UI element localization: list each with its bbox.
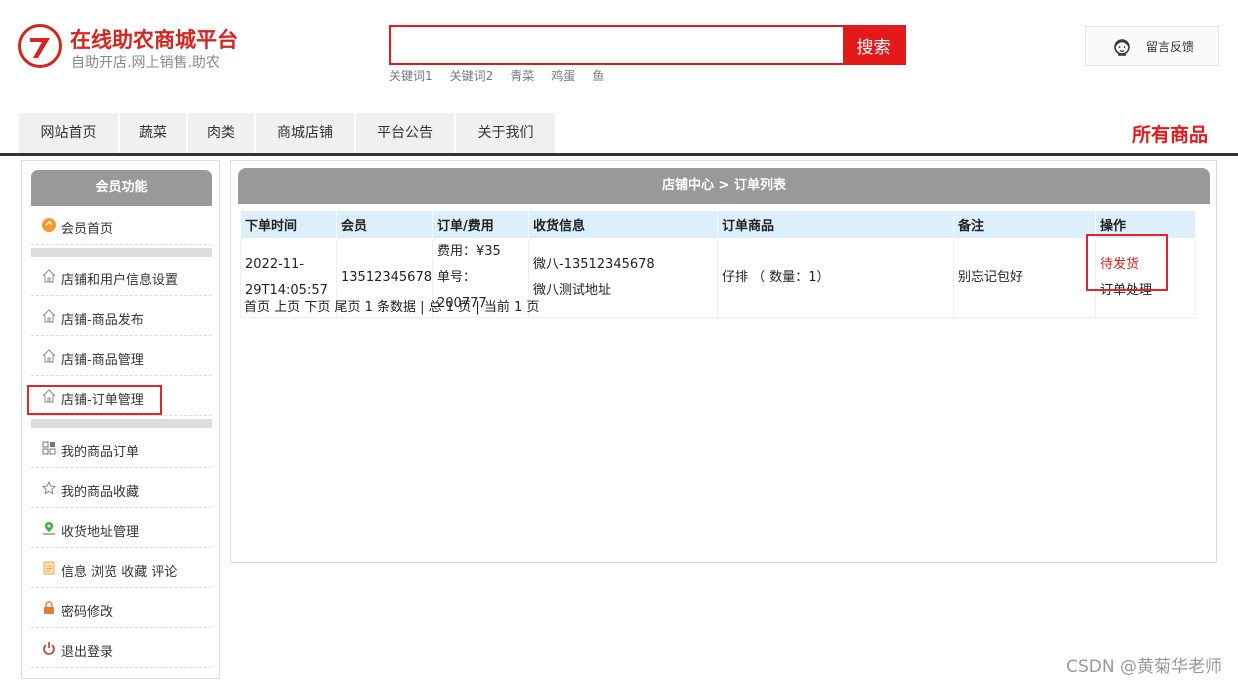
sidebar-item-label: 密码修改 <box>61 605 114 620</box>
action-cell: 待发货 订单处理 <box>1095 238 1196 318</box>
location-icon <box>43 522 55 535</box>
nav-divider <box>0 153 1238 156</box>
grid-icon <box>42 441 56 455</box>
search-bar: 搜索 <box>389 25 906 65</box>
tab-home[interactable]: 网站首页 <box>19 113 118 153</box>
sidebar-item-order-manage[interactable]: 店铺-订单管理 <box>31 378 212 416</box>
tab-vegetables[interactable]: 蔬菜 <box>120 113 186 153</box>
document-icon <box>43 561 55 575</box>
tab-meat[interactable]: 肉类 <box>188 113 254 153</box>
sidebar-title: 会员功能 <box>31 170 212 206</box>
keyword-link[interactable]: 鱼 <box>592 69 604 83</box>
prev-page-link[interactable]: 上页 <box>274 300 300 315</box>
site-title: 在线助农商城平台 <box>70 28 238 52</box>
star-icon <box>42 481 56 495</box>
tab-shops[interactable]: 商城店铺 <box>256 113 354 153</box>
site-logo[interactable]: 在线助农商城平台 自助开店.网上销售.助农 <box>18 24 258 74</box>
product-cell: 仔排 （ 数量：1） <box>717 238 954 318</box>
keyword-link[interactable]: 鸡蛋 <box>551 69 575 83</box>
sidebar-item-label: 店铺和用户信息设置 <box>61 273 179 288</box>
feedback-label: 留言反馈 <box>1146 40 1195 54</box>
pagination-summary: 1 条数据 | 总 1 页 | 当前 1 页 <box>364 300 540 315</box>
sidebar-item-label: 退出登录 <box>61 645 114 660</box>
keyword-link[interactable]: 关键词2 <box>450 69 494 83</box>
last-page-link[interactable]: 尾页 <box>334 300 360 315</box>
sidebar-item-product-manage[interactable]: 店铺-商品管理 <box>31 338 212 376</box>
sidebar-item-label: 店铺-商品发布 <box>61 313 144 328</box>
logo-icon <box>18 24 62 68</box>
tab-announcements[interactable]: 平台公告 <box>356 113 454 153</box>
shipping-cell: 微八-13512345678 微八测试地址 <box>528 238 718 318</box>
sidebar-separator <box>31 248 212 257</box>
sidebar-item-label: 店铺-商品管理 <box>61 353 144 368</box>
note-cell: 别忘记包好 <box>953 238 1096 318</box>
order-fee: 费用：¥35 <box>437 244 501 259</box>
column-header: 会员 <box>336 210 433 239</box>
column-header: 备注 <box>953 210 1096 239</box>
member-sidebar: 会员功能 会员首页 店铺和用户信息设置 店铺-商品发布 店铺-商品管理 店铺-订… <box>21 160 220 679</box>
coin-icon <box>42 218 56 232</box>
column-header: 订单商品 <box>717 210 954 239</box>
house-icon <box>42 309 56 323</box>
sidebar-item-label: 信息 浏览 收藏 评论 <box>61 565 178 580</box>
receiver-info: 微八-13512345678 <box>533 257 655 272</box>
house-icon <box>42 389 56 403</box>
first-page-link[interactable]: 首页 <box>244 300 270 315</box>
search-input[interactable] <box>391 27 843 63</box>
receiver-address: 微八测试地址 <box>533 283 612 298</box>
sidebar-item-label: 我的商品收藏 <box>61 485 140 500</box>
keyword-link[interactable]: 关键词1 <box>389 69 433 83</box>
process-order-link[interactable]: 订单处理 <box>1100 278 1191 304</box>
table-header-row: 下单时间 会员 订单/费用 收货信息 订单商品 备注 操作 <box>240 210 1196 239</box>
sidebar-item-label: 会员首页 <box>61 222 114 237</box>
hot-keywords: 关键词1 关键词2 青菜 鸡蛋 鱼 <box>389 67 621 84</box>
sidebar-separator <box>31 419 212 428</box>
tab-about[interactable]: 关于我们 <box>456 113 555 153</box>
sidebar-item-label: 收货地址管理 <box>61 525 140 540</box>
order-date: 2022-11- <box>245 257 305 272</box>
sidebar-item-product-publish[interactable]: 店铺-商品发布 <box>31 298 212 336</box>
column-header: 订单/费用 <box>432 210 529 239</box>
column-header: 下单时间 <box>240 210 337 239</box>
sidebar-item-label: 店铺-订单管理 <box>61 393 144 408</box>
feedback-button[interactable]: 留言反馈 <box>1085 26 1219 66</box>
sidebar-item-favorites[interactable]: 我的商品收藏 <box>31 470 212 508</box>
pagination: 首页 上页 下页 尾页 1 条数据 | 总 1 页 | 当前 1 页 <box>244 296 539 315</box>
status-pending-link[interactable]: 待发货 <box>1100 252 1191 278</box>
sidebar-item-member-home[interactable]: 会员首页 <box>31 207 212 245</box>
all-products-link[interactable]: 所有商品 <box>1132 120 1208 147</box>
breadcrumb: 店铺中心 > 订单列表 <box>238 168 1210 204</box>
column-header: 收货信息 <box>528 210 718 239</box>
column-header: 操作 <box>1095 210 1196 239</box>
sidebar-item-my-orders[interactable]: 我的商品订单 <box>31 430 212 468</box>
house-icon <box>42 269 56 283</box>
watermark: CSDN @黄菊华老师 <box>1066 657 1222 677</box>
site-subtitle: 自助开店.网上销售.助农 <box>71 55 220 71</box>
power-icon <box>43 642 55 655</box>
next-page-link[interactable]: 下页 <box>304 300 330 315</box>
keyword-link[interactable]: 青菜 <box>510 69 534 83</box>
sidebar-item-logout[interactable]: 退出登录 <box>31 630 212 668</box>
sidebar-item-password[interactable]: 密码修改 <box>31 590 212 628</box>
house-icon <box>42 349 56 363</box>
order-list-panel: 店铺中心 > 订单列表 下单时间 会员 订单/费用 收货信息 订单商品 备注 操… <box>230 160 1217 563</box>
sidebar-item-address[interactable]: 收货地址管理 <box>31 510 212 548</box>
support-agent-icon <box>1114 39 1130 56</box>
search-button[interactable]: 搜索 <box>843 27 904 63</box>
sidebar-item-info[interactable]: 信息 浏览 收藏 评论 <box>31 550 212 588</box>
sidebar-item-shop-settings[interactable]: 店铺和用户信息设置 <box>31 258 212 296</box>
sidebar-item-label: 我的商品订单 <box>61 445 140 460</box>
lock-icon <box>44 601 54 614</box>
